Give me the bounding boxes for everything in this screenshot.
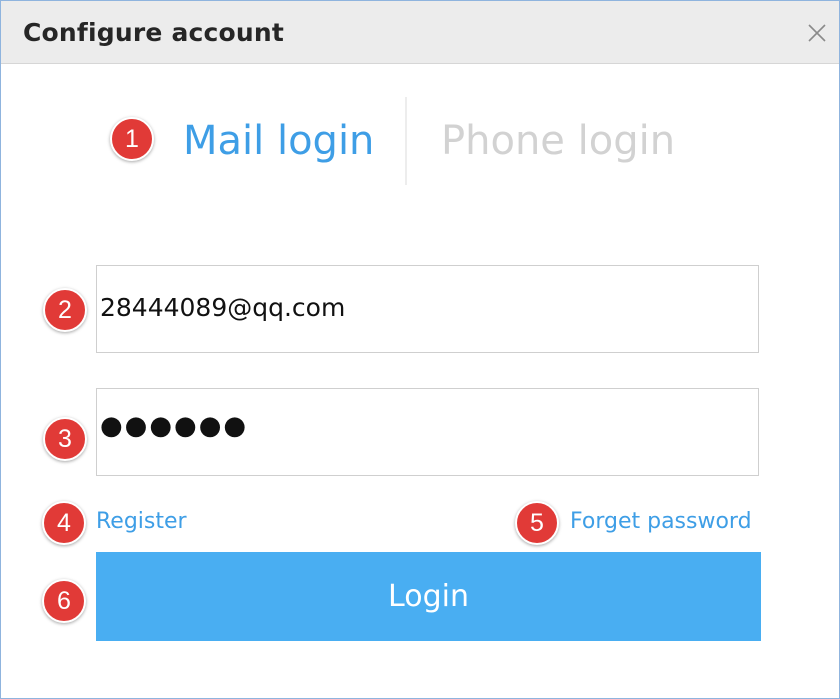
register-link[interactable]: Register (96, 509, 187, 534)
annotation-badge-6: 6 (42, 579, 86, 623)
tab-divider (405, 97, 407, 185)
tab-phone-login[interactable]: Phone login (441, 113, 675, 169)
annotation-badge-5: 5 (515, 501, 559, 545)
password-value: ●●●●●● (100, 411, 249, 441)
password-field[interactable]: ●●●●●● (96, 388, 759, 476)
forget-password-link[interactable]: Forget password (570, 509, 752, 534)
tab-mail-login[interactable]: Mail login (183, 113, 374, 169)
close-button[interactable] (801, 17, 833, 49)
email-field[interactable]: 28444089@qq.com (96, 265, 759, 353)
annotation-badge-4: 4 (42, 501, 86, 545)
close-icon (808, 24, 826, 42)
annotation-badge-1: 1 (110, 117, 154, 161)
login-button[interactable]: Login (96, 552, 761, 641)
configure-account-dialog: Configure account Mail login Phone login… (0, 0, 840, 699)
email-value: 28444089@qq.com (100, 293, 346, 322)
annotation-badge-3: 3 (43, 417, 87, 461)
dialog-title: Configure account (23, 18, 285, 47)
annotation-badge-2: 2 (43, 288, 87, 332)
title-bar: Configure account (1, 1, 839, 64)
